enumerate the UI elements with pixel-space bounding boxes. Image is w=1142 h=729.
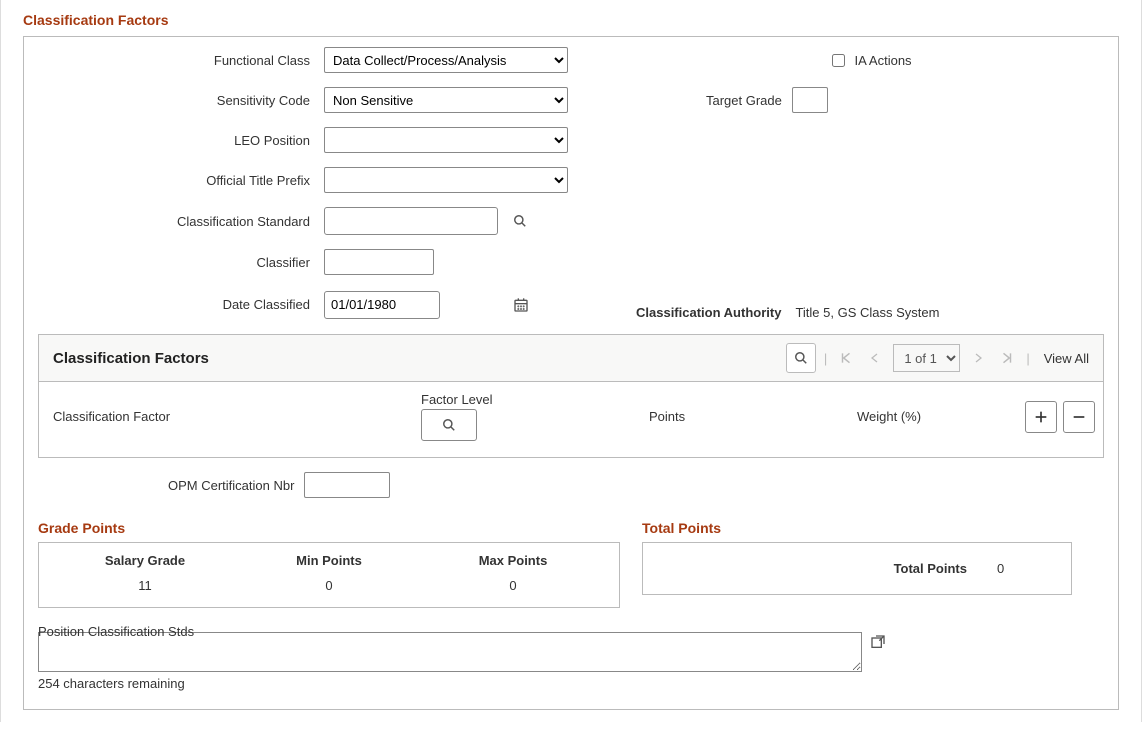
total-points-title: Total Points bbox=[642, 520, 1072, 536]
leo-position-select[interactable] bbox=[324, 127, 568, 153]
toolbar-sep: | bbox=[824, 351, 827, 366]
calendar-icon[interactable] bbox=[513, 297, 529, 313]
classification-standard-row: Classification Standard bbox=[38, 207, 596, 235]
date-classified-wrap bbox=[324, 291, 440, 319]
grid-header: Classification Factors | 1 of 1 bbox=[39, 335, 1103, 382]
val-salary-grade: 11 bbox=[53, 578, 237, 593]
col-level-cell: Factor Level bbox=[421, 392, 641, 441]
total-points-value: 0 bbox=[997, 561, 1057, 576]
head-max-points: Max Points bbox=[421, 553, 605, 568]
target-grade-row: Target Grade bbox=[636, 87, 1104, 113]
col-level: Factor Level bbox=[421, 392, 493, 407]
next-page-icon[interactable] bbox=[968, 352, 988, 364]
classifier-row: Classifier bbox=[38, 249, 596, 275]
grid-columns-row: Classification Factor Factor Level Point… bbox=[39, 382, 1103, 457]
official-title-prefix-row: Official Title Prefix bbox=[38, 167, 596, 193]
classifier-label: Classifier bbox=[38, 255, 316, 270]
functional-class-label: Functional Class bbox=[38, 53, 316, 68]
target-grade-label: Target Grade bbox=[706, 93, 782, 108]
section-title: Classification Factors bbox=[23, 12, 1119, 28]
sensitivity-code-select[interactable]: Non Sensitive bbox=[324, 87, 568, 113]
leo-position-row: LEO Position bbox=[38, 127, 596, 153]
classification-factors-box: Functional Class Data Collect/Process/An… bbox=[23, 36, 1119, 710]
chars-remaining: 254 characters remaining bbox=[38, 676, 1104, 691]
factors-grid: Classification Factors | 1 of 1 bbox=[38, 334, 1104, 458]
classification-standard-label: Classification Standard bbox=[38, 214, 316, 229]
grade-points-title: Grade Points bbox=[38, 520, 620, 536]
stds-label: Position Classification Stds bbox=[38, 624, 194, 639]
grid-title: Classification Factors bbox=[53, 350, 209, 367]
sensitivity-code-row: Sensitivity Code Non Sensitive bbox=[38, 87, 596, 113]
ia-actions-checkbox[interactable] bbox=[832, 54, 845, 67]
functional-class-select[interactable]: Data Collect/Process/Analysis bbox=[324, 47, 568, 73]
ia-actions-label: IA Actions bbox=[854, 53, 911, 68]
form-top: Functional Class Data Collect/Process/An… bbox=[38, 47, 1104, 320]
stds-block: Position Classification Stds 254 charact… bbox=[38, 632, 1104, 691]
search-icon[interactable] bbox=[513, 214, 527, 228]
val-max-points: 0 bbox=[421, 578, 605, 593]
classifier-input[interactable] bbox=[324, 249, 434, 275]
factor-level-lookup[interactable] bbox=[421, 409, 477, 441]
add-row-button[interactable] bbox=[1025, 401, 1057, 433]
grid-search-button[interactable] bbox=[786, 343, 816, 373]
classification-standard-lookup bbox=[324, 207, 498, 235]
target-grade-input[interactable] bbox=[792, 87, 828, 113]
opm-cert-label: OPM Certification Nbr bbox=[168, 478, 294, 493]
grid-toolbar: | 1 of 1 | bbox=[786, 343, 1089, 373]
total-points-table: Total Points 0 bbox=[642, 542, 1072, 595]
stds-wrap bbox=[38, 632, 1104, 672]
col-points: Points bbox=[649, 409, 849, 424]
col-weight: Weight (%) bbox=[857, 409, 1017, 424]
col-factor: Classification Factor bbox=[53, 409, 413, 424]
head-min-points: Min Points bbox=[237, 553, 421, 568]
first-page-icon[interactable] bbox=[835, 351, 857, 365]
total-points-label: Total Points bbox=[657, 561, 997, 576]
row-action-buttons bbox=[1025, 401, 1095, 433]
toolbar-sep-2: | bbox=[1026, 351, 1029, 366]
head-salary-grade: Salary Grade bbox=[53, 553, 237, 568]
val-min-points: 0 bbox=[237, 578, 421, 593]
expand-icon[interactable] bbox=[870, 632, 886, 650]
date-classified-label: Date Classified bbox=[38, 297, 316, 312]
classification-standard-input[interactable] bbox=[325, 208, 513, 234]
official-title-prefix-label: Official Title Prefix bbox=[38, 173, 316, 188]
points-row: Grade Points Salary Grade Min Points Max… bbox=[38, 520, 1104, 608]
date-classified-row: Date Classified bbox=[38, 289, 596, 320]
view-all-link[interactable]: View All bbox=[1038, 351, 1089, 366]
classification-authority-label: Classification Authority bbox=[636, 305, 781, 320]
ia-actions-row: IA Actions bbox=[636, 47, 1104, 73]
official-title-prefix-select[interactable] bbox=[324, 167, 568, 193]
functional-class-row: Functional Class Data Collect/Process/An… bbox=[38, 47, 596, 73]
grade-points-table: Salary Grade Min Points Max Points 11 0 … bbox=[38, 542, 620, 608]
leo-position-label: LEO Position bbox=[38, 133, 316, 148]
opm-cert-input[interactable] bbox=[304, 472, 390, 498]
total-points-block: Total Points Total Points 0 bbox=[642, 520, 1072, 608]
opm-cert-row: OPM Certification Nbr bbox=[38, 472, 1104, 498]
last-page-icon[interactable] bbox=[996, 351, 1018, 365]
date-classified-input[interactable] bbox=[325, 292, 513, 318]
sensitivity-code-label: Sensitivity Code bbox=[38, 93, 316, 108]
grade-points-block: Grade Points Salary Grade Min Points Max… bbox=[38, 520, 620, 608]
page-select[interactable]: 1 of 1 bbox=[893, 344, 960, 372]
remove-row-button[interactable] bbox=[1063, 401, 1095, 433]
page-container: Classification Factors Functional Class … bbox=[0, 0, 1142, 722]
classification-authority-row: Classification Authority Title 5, GS Cla… bbox=[636, 289, 1104, 320]
classification-authority-value: Title 5, GS Class System bbox=[795, 305, 939, 320]
prev-page-icon[interactable] bbox=[865, 352, 885, 364]
